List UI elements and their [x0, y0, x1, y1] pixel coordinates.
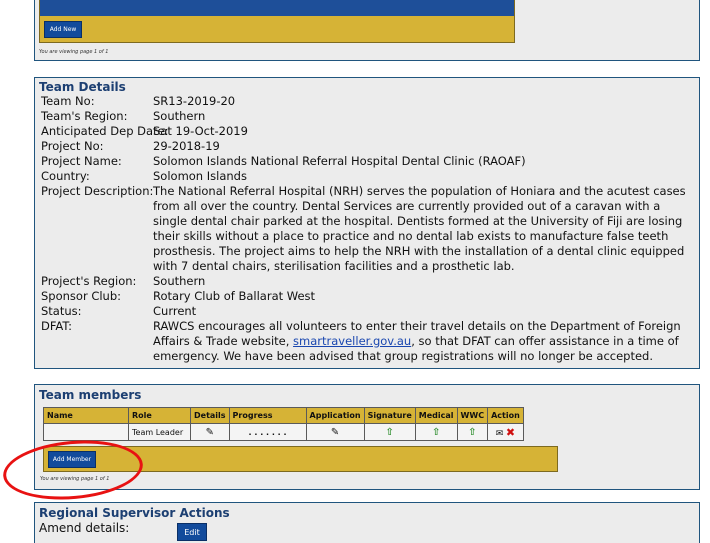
- delete-icon[interactable]: ✖: [506, 426, 515, 439]
- amend-details-label: Amend details:: [39, 521, 130, 535]
- red-annotation-circle: [0, 435, 146, 505]
- team-details-title: Team Details: [39, 80, 126, 94]
- col-name: Name: [43, 407, 129, 424]
- supervisor-title: Regional Supervisor Actions: [39, 506, 230, 520]
- detail-label: DFAT:: [41, 319, 73, 333]
- detail-label: Project Name:: [41, 154, 122, 168]
- pencil-icon[interactable]: ✎: [206, 427, 214, 438]
- detail-value: Sat 19-Oct-2019: [153, 124, 248, 138]
- detail-label: Country:: [41, 169, 90, 183]
- cell-details: ✎: [190, 423, 230, 441]
- cell-action: ✉ ✖: [487, 423, 524, 441]
- col-medical: Medical: [414, 407, 458, 424]
- cell-progress: . . . . . . .: [228, 423, 307, 441]
- col-progress: Progress: [228, 407, 307, 424]
- table-row: Team Leader ✎ . . . . . . . ✎ ⇧ ⇧ ⇧ ✉ ✖: [43, 423, 524, 441]
- col-action: Action: [487, 407, 524, 424]
- detail-value: Solomon Islands National Referral Hospit…: [153, 154, 526, 168]
- detail-label: Sponsor Club:: [41, 289, 122, 303]
- detail-value: Southern: [153, 274, 206, 288]
- cell-wwc: ⇧: [456, 423, 489, 441]
- detail-label: Project No:: [41, 139, 104, 153]
- pencil-icon[interactable]: ✎: [331, 427, 339, 438]
- upload-icon[interactable]: ⇧: [385, 427, 393, 438]
- upload-icon[interactable]: ⇧: [432, 427, 440, 438]
- edit-button[interactable]: Edit: [177, 523, 207, 541]
- add-new-button[interactable]: Add New: [44, 21, 82, 38]
- top-blue-strip: [40, 0, 514, 16]
- cell-role: Team Leader: [128, 423, 191, 441]
- detail-label: Team No:: [41, 94, 95, 108]
- detail-label: Project's Region:: [41, 274, 137, 288]
- team-members-title: Team members: [39, 388, 142, 402]
- detail-value: 29-2018-19: [153, 139, 220, 153]
- top-panel: Add New You are viewing page 1 of 1: [34, 0, 700, 61]
- detail-label: Team's Region:: [41, 109, 128, 123]
- col-wwc: WWC: [456, 407, 489, 424]
- cell-application: ✎: [305, 423, 365, 441]
- dfat-text: RAWCS encourages all volunteers to enter…: [153, 319, 693, 364]
- detail-value: Solomon Islands: [153, 169, 247, 183]
- detail-label: Project Description:: [41, 184, 154, 198]
- detail-value: Southern: [153, 109, 206, 123]
- envelope-icon[interactable]: ✉: [496, 429, 504, 439]
- detail-value: Current: [153, 304, 197, 318]
- detail-value: SR13-2019-20: [153, 94, 236, 108]
- viewing-note: You are viewing page 1 of 1: [39, 49, 109, 55]
- cell-medical: ⇧: [414, 423, 458, 441]
- project-description: The National Referral Hospital (NRH) ser…: [153, 184, 686, 273]
- detail-value: Rotary Club of Ballarat West: [153, 289, 316, 303]
- cell-name: [43, 423, 129, 441]
- col-signature: Signature: [363, 407, 416, 424]
- smartraveller-link[interactable]: smartraveller.gov.au: [293, 334, 411, 348]
- col-details: Details: [190, 407, 230, 424]
- col-role: Role: [128, 407, 191, 424]
- upload-icon[interactable]: ⇧: [468, 427, 476, 438]
- team-details-panel: Team Details Team No: SR13-2019-20 Team'…: [34, 77, 700, 369]
- members-table: Name Role Details Progress Application S…: [43, 407, 524, 441]
- detail-label: Anticipated Dep Date:: [41, 124, 169, 138]
- table-header-row: Name Role Details Progress Application S…: [43, 407, 524, 424]
- col-application: Application: [305, 407, 365, 424]
- top-gold-bar: Add New: [39, 0, 515, 43]
- detail-label: Status:: [41, 304, 82, 318]
- cell-signature: ⇧: [363, 423, 416, 441]
